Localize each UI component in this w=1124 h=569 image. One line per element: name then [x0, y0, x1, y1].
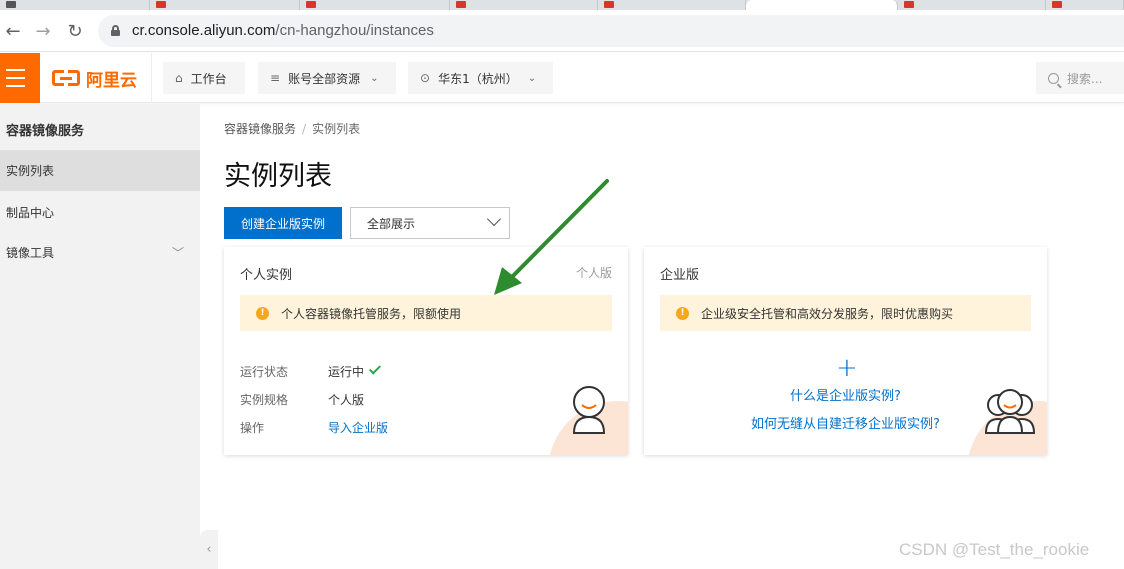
tab-favicon-icon — [604, 1, 614, 8]
search-icon — [1048, 72, 1059, 84]
console-topbar: 阿里云 ⌂ 工作台 ≡ 账号全部资源 ⌄ ⊙ 华东1（杭州） ⌄ 搜索... — [0, 53, 1124, 103]
address-bar[interactable]: cr.console.aliyun.com/cn-hangzhou/instan… — [98, 15, 1124, 47]
browser-tab-strip — [0, 0, 1124, 10]
breadcrumb: 容器镜像服务 / 实例列表 — [224, 120, 360, 137]
status-label: 运行状态 — [240, 365, 289, 379]
resources-dropdown[interactable]: ≡ 账号全部资源 ⌄ — [258, 62, 396, 94]
address-url: cr.console.aliyun.com/cn-hangzhou/instan… — [132, 22, 434, 39]
aliyun-logo-icon — [52, 69, 80, 87]
page-title: 实例列表 — [224, 161, 332, 192]
tab-favicon-icon — [6, 1, 16, 8]
browser-tab[interactable] — [1046, 0, 1124, 10]
tab-favicon-icon — [306, 1, 316, 8]
browser-tab[interactable] — [300, 0, 450, 10]
lock-icon — [111, 25, 120, 36]
browser-tab[interactable] — [0, 0, 150, 10]
topbar-divider — [151, 53, 152, 103]
status-value: 运行中 — [328, 362, 382, 380]
check-icon — [369, 362, 382, 375]
chevron-down-icon: ﹀ — [171, 246, 184, 260]
sidebar: 容器镜像服务 实例列表 制品中心 镜像工具 ﹀ — [0, 104, 200, 569]
aliyun-logo[interactable]: 阿里云 — [52, 67, 137, 91]
spec-label: 实例规格 — [240, 393, 289, 407]
enterprise-instance-card[interactable]: 企业版 ! 企业级安全托管和高效分发服务，限时优惠购买 + 什么是企业版实例? … — [644, 247, 1047, 455]
sidebar-title: 容器镜像服务 — [6, 124, 85, 139]
region-dropdown[interactable]: ⊙ 华东1（杭州） ⌄ — [408, 62, 553, 94]
tab-favicon-icon — [456, 1, 466, 8]
warning-icon: ! — [676, 306, 689, 320]
breadcrumb-separator: / — [302, 122, 307, 136]
search-input[interactable]: 搜索... — [1036, 62, 1124, 94]
forward-arrow-icon[interactable]: → — [32, 20, 54, 42]
stack-icon: ≡ — [270, 71, 281, 85]
browser-toolbar: ← → ↻ cr.console.aliyun.com/cn-hangzhou/… — [0, 10, 1124, 52]
notice-banner: ! 企业级安全托管和高效分发服务，限时优惠购买 — [660, 295, 1031, 331]
browser-tab[interactable] — [150, 0, 300, 10]
create-enterprise-instance-button[interactable]: 创建企业版实例 — [224, 207, 342, 239]
card-title: 个人实例 — [240, 268, 293, 283]
chevron-down-icon: ⌄ — [527, 72, 537, 84]
menu-hamburger-icon[interactable] — [0, 53, 40, 103]
card-title: 企业版 — [660, 268, 700, 283]
annotation-arrow-icon — [494, 179, 609, 295]
spec-value: 个人版 — [328, 393, 365, 407]
tab-favicon-icon — [1052, 1, 1062, 8]
sidebar-item-image-tools[interactable]: 镜像工具 ﹀ — [0, 233, 200, 273]
browser-tab[interactable] — [898, 0, 1046, 10]
warning-icon: ! — [256, 306, 269, 320]
browser-tab[interactable] — [450, 0, 598, 10]
location-pin-icon: ⊙ — [420, 71, 431, 85]
logo-text: 阿里云 — [86, 70, 137, 91]
browser-tab[interactable] — [598, 0, 746, 10]
sidebar-item-artifacts[interactable]: 制品中心 — [0, 193, 200, 233]
reload-icon[interactable]: ↻ — [64, 20, 86, 42]
back-arrow-icon[interactable]: ← — [2, 20, 24, 42]
sidebar-item-instances[interactable]: 实例列表 — [0, 151, 200, 191]
import-enterprise-link[interactable]: 导入企业版 — [328, 419, 388, 436]
chevron-down-icon: ⌄ — [370, 72, 379, 84]
browser-tab-active[interactable] — [746, 0, 898, 10]
breadcrumb-root-link[interactable]: 容器镜像服务 — [224, 122, 296, 136]
user-avatar-icon — [572, 386, 606, 434]
home-icon: ⌂ — [175, 71, 183, 85]
tab-favicon-icon — [156, 1, 166, 8]
plus-icon[interactable]: + — [836, 355, 858, 381]
sidebar-collapse-handle[interactable]: ‹ — [200, 530, 218, 569]
team-avatar-icon — [984, 389, 1036, 434]
watermark: CSDN @Test_the_rookie — [899, 540, 1090, 559]
breadcrumb-current: 实例列表 — [312, 122, 361, 136]
tab-favicon-icon — [904, 1, 914, 8]
action-label: 操作 — [240, 421, 265, 435]
workbench-button[interactable]: ⌂ 工作台 — [163, 62, 245, 94]
